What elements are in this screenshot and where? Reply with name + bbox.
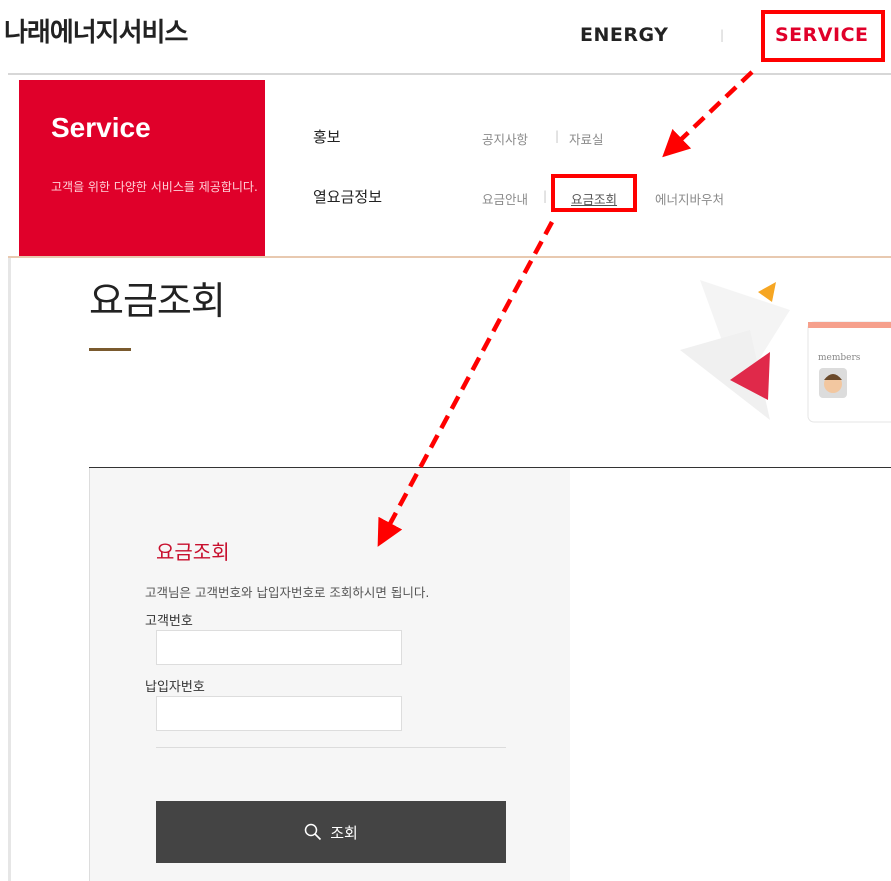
page-left-border — [8, 258, 11, 881]
members-label: members — [818, 353, 861, 363]
inquiry-submit-label: 조회 — [330, 823, 358, 842]
menu-item-archive[interactable]: 자료실 — [569, 129, 604, 148]
menu-category-heat-rate-info[interactable]: 열요금정보 — [313, 186, 382, 207]
form-description: 고객님은 고객번호와 납입자번호로 조회하시면 됩니다. — [145, 585, 430, 600]
service-menu-panel: Service 고객을 위한 다양한 서비스를 제공합니다. — [19, 80, 265, 256]
service-dropdown-menu: Service 고객을 위한 다양한 서비스를 제공합니다. 홍보 공지사항 |… — [8, 80, 891, 258]
menu-item-energy-voucher[interactable]: 에너지바우처 — [655, 189, 724, 208]
menu-item-notice[interactable]: 공지사항 — [482, 129, 528, 148]
menu-item-rate-guide[interactable]: 요금안내 — [482, 189, 528, 208]
menu-divider: | — [555, 129, 560, 143]
annotation-box-service — [761, 10, 885, 62]
menu-category-promotion[interactable]: 홍보 — [313, 126, 341, 147]
inquiry-submit-button[interactable]: 조회 — [156, 801, 506, 863]
payer-number-label: 납입자번호 — [145, 680, 205, 695]
annotation-box-rate-inquiry — [551, 174, 637, 212]
title-accent-bar — [89, 348, 131, 351]
menu-divider: | — [543, 189, 548, 203]
header-divider — [8, 73, 891, 75]
members-illustration: members — [680, 280, 891, 423]
rate-inquiry-form: 요금조회 고객님은 고객번호와 납입자번호로 조회하시면 됩니다. 고객번호 납… — [89, 468, 570, 881]
service-menu-title: Service — [51, 112, 151, 143]
payer-number-input[interactable] — [156, 696, 402, 731]
site-logo[interactable]: 나래에너지서비스 — [4, 12, 188, 49]
page-title: 요금조회 — [89, 279, 226, 323]
customer-number-label: 고객번호 — [145, 614, 193, 629]
search-icon — [304, 823, 322, 841]
service-menu-description: 고객을 위한 다양한 서비스를 제공합니다. — [51, 180, 258, 194]
nav-separator: | — [720, 28, 725, 42]
customer-number-input[interactable] — [156, 630, 402, 665]
form-divider — [156, 747, 506, 748]
nav-energy[interactable]: ENERGY — [580, 24, 668, 46]
form-title: 요금조회 — [156, 540, 230, 564]
